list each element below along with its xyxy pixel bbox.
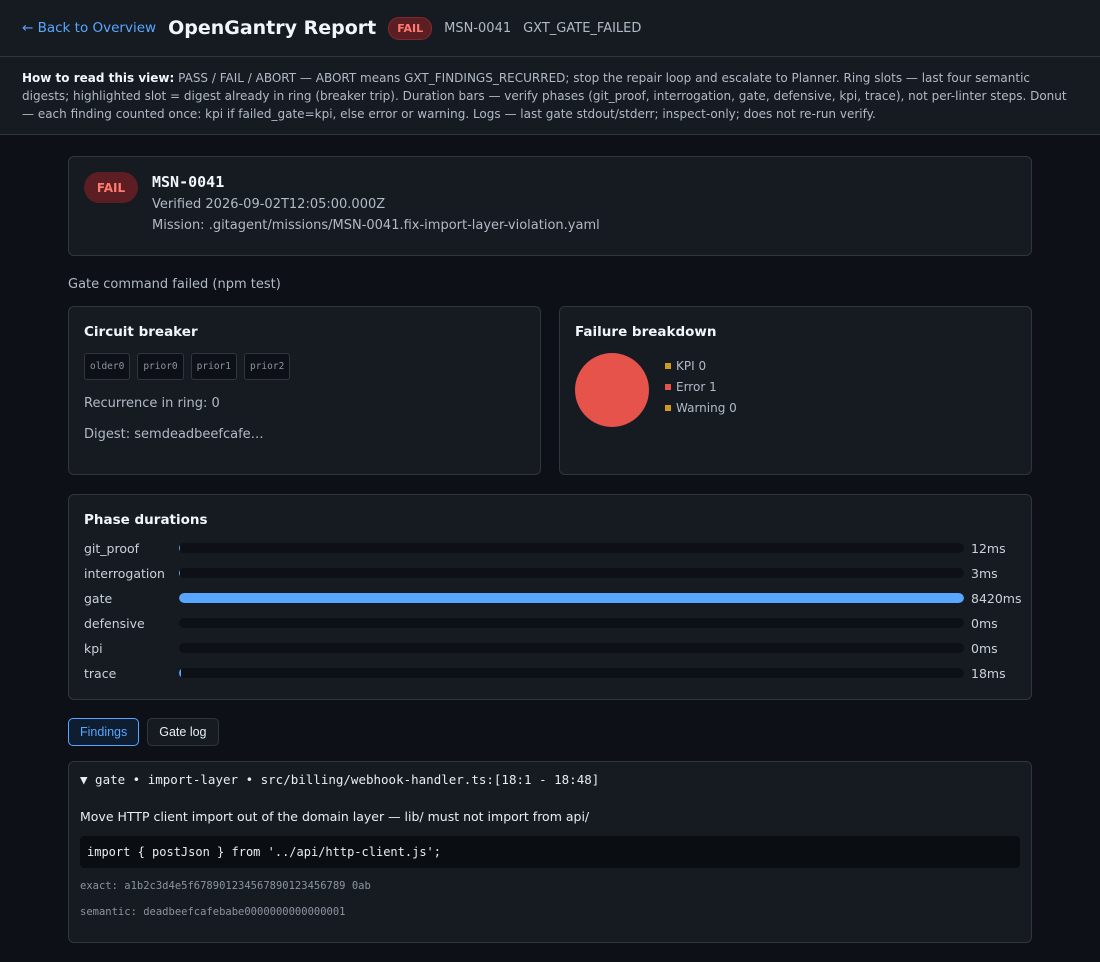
phase-name: git_proof — [84, 540, 140, 556]
mission-path: Mission: .gitagent/missions/MSN-0041.fix… — [152, 218, 600, 233]
phase-duration: 18ms — [971, 665, 1006, 681]
phase-row-defensive: defensive 0ms — [84, 615, 1016, 631]
phase-bar-track — [179, 543, 964, 553]
legend-swatch — [665, 384, 671, 390]
view-tabs: Findings Gate log — [68, 718, 1032, 746]
phase-name: defensive — [84, 615, 145, 631]
finding-toggle[interactable]: ▼ gate • import-layer • src/billing/webh… — [80, 772, 1020, 787]
back-to-overview-link[interactable]: ← Back to Overview — [22, 20, 156, 36]
failure-breakdown-title: Failure breakdown — [575, 324, 717, 340]
semantic-digest: semantic: deadbeefcafebabe00000000000000… — [80, 906, 346, 918]
how-to-read-panel: How to read this view: PASS / FAIL / ABO… — [0, 57, 1100, 135]
legend-swatch — [665, 405, 671, 411]
phase-row-trace: trace 18ms — [84, 665, 1016, 681]
finding-card: ▼ gate • import-layer • src/billing/webh… — [68, 761, 1032, 943]
phase-row-git-proof: git_proof 12ms — [84, 540, 1016, 556]
phase-bar-track — [179, 643, 964, 653]
ring-slot: prior0 — [137, 353, 184, 380]
phase-bar-fill — [179, 593, 964, 603]
phase-bar-track — [179, 668, 964, 678]
legend-label: KPI 0 — [676, 359, 707, 373]
gate-message: Gate command failed (npm test) — [68, 277, 281, 292]
ring-slots: older0 prior0 prior1 prior2 — [84, 353, 525, 380]
summary-status-badge: FAIL — [84, 172, 138, 203]
phase-name: trace — [84, 665, 117, 681]
phase-duration: 0ms — [971, 615, 998, 631]
ring-slot: older0 — [84, 353, 131, 380]
legend-item-kpi: KPI 0 — [665, 359, 737, 373]
failure-donut — [575, 353, 649, 427]
legend-label: Error 1 — [676, 380, 717, 394]
donut-slice-error — [575, 353, 649, 427]
finding-code: import { postJson } from '../api/http-cl… — [80, 836, 1020, 868]
phase-durations-title: Phase durations — [84, 512, 208, 528]
phase-duration: 0ms — [971, 640, 998, 656]
howto-text: PASS / FAIL / ABORT — ABORT means GXT_FI… — [22, 71, 1067, 121]
error-code-label: GXT_GATE_FAILED — [523, 20, 642, 36]
ring-slot: prior2 — [243, 353, 291, 380]
ring-slot: prior1 — [190, 353, 237, 380]
summary-mission-id: MSN-0041 — [152, 173, 225, 191]
status-badge: FAIL — [388, 16, 433, 40]
page-title: OpenGantry Report — [168, 17, 377, 39]
phase-row-gate: gate 8420ms — [84, 590, 1022, 606]
verified-timestamp: Verified 2026-09-02T12:05:00.000Z — [152, 197, 386, 212]
circuit-breaker-card: Circuit breaker older0 prior0 prior1 pri… — [68, 306, 541, 475]
phase-bar-track — [179, 568, 964, 578]
top-bar: ← Back to Overview OpenGantry Report FAI… — [0, 0, 1100, 57]
failure-breakdown-card: Failure breakdown KPI 0 Error 1 Warning … — [559, 306, 1032, 475]
summary-card: FAIL MSN-0041 Verified 2026-09-02T12:05:… — [68, 156, 1032, 256]
phase-duration: 12ms — [971, 540, 1006, 556]
phase-name: interrogation — [84, 565, 165, 581]
legend-swatch — [665, 363, 671, 369]
exact-digest: exact: a1b2c3d4e5f6789012345678901234567… — [80, 880, 371, 892]
tab-gate-log[interactable]: Gate log — [147, 718, 219, 746]
phase-bar-track — [179, 593, 964, 603]
phase-duration: 8420ms — [971, 590, 1022, 606]
legend-item-error: Error 1 — [665, 380, 737, 394]
phase-bar-track — [179, 618, 964, 628]
phase-bar-fill — [179, 668, 181, 678]
howto-lead: How to read this view: — [22, 71, 175, 85]
failure-legend: KPI 0 Error 1 Warning 0 — [665, 359, 737, 415]
tab-findings[interactable]: Findings — [68, 718, 140, 746]
mission-id-label: MSN-0041 — [444, 20, 512, 36]
recurrence-count: Recurrence in ring: 0 — [84, 396, 220, 411]
legend-label: Warning 0 — [676, 401, 737, 415]
phase-row-interrogation: interrogation 3ms — [84, 565, 1016, 581]
phase-duration: 3ms — [971, 565, 998, 581]
phase-name: kpi — [84, 640, 103, 656]
digest-value: Digest: semdeadbeefcafe… — [84, 427, 264, 442]
phase-rows: git_proof 12ms interrogation 3ms gate 84… — [84, 540, 1022, 681]
phase-name: gate — [84, 590, 113, 606]
main-content: FAIL MSN-0041 Verified 2026-09-02T12:05:… — [68, 156, 1032, 943]
circuit-breaker-title: Circuit breaker — [84, 324, 198, 340]
phase-row-kpi: kpi 0ms — [84, 640, 1016, 656]
finding-message: Move HTTP client import out of the domai… — [80, 809, 590, 824]
legend-item-warning: Warning 0 — [665, 401, 737, 415]
phase-bar-fill — [179, 543, 181, 553]
phase-durations-card: Phase durations git_proof 12ms interroga… — [68, 494, 1032, 700]
